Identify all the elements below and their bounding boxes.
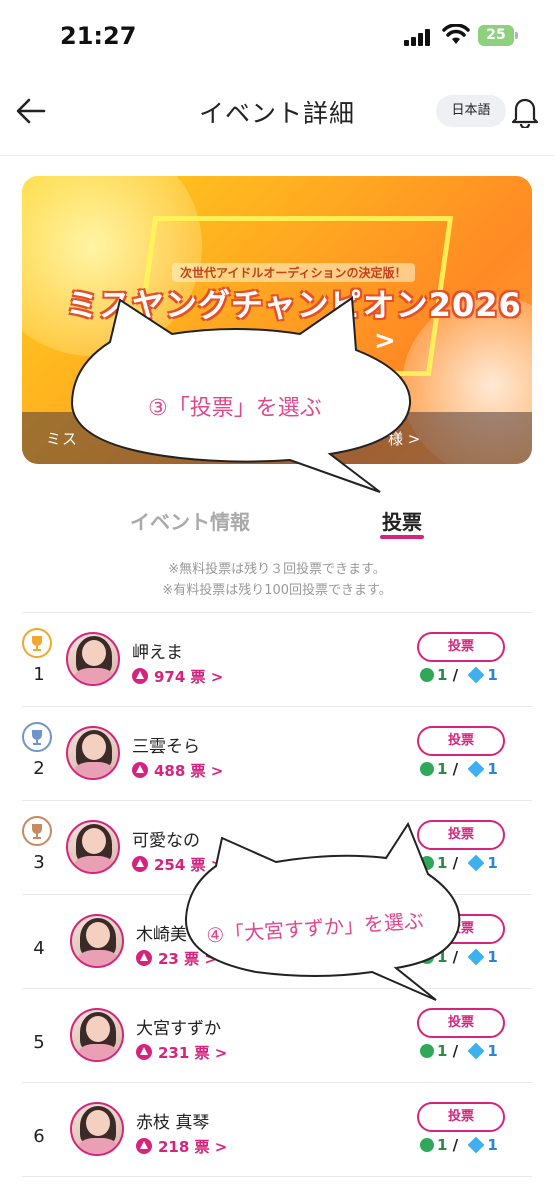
divider xyxy=(22,1082,532,1083)
free-cost: 1 xyxy=(437,760,448,778)
diamond-icon xyxy=(467,1042,485,1060)
diamond-icon xyxy=(467,1136,485,1154)
vote-number: 231 xyxy=(158,1044,190,1062)
rank-number: 5 xyxy=(33,1032,45,1053)
rank-number: 1 xyxy=(33,664,45,685)
free-vote-note: ※無料投票は残り３回投票できます。 xyxy=(168,562,386,577)
vote-icon xyxy=(136,1138,152,1154)
vote-count[interactable]: 218 票 > xyxy=(136,1136,227,1157)
annotation-text: ③「投票」を選ぶ xyxy=(148,396,322,421)
signal-icon xyxy=(404,28,434,46)
trophy-icon xyxy=(22,816,52,846)
vote-suffix: 票 > xyxy=(194,1138,228,1156)
tab-event-info[interactable]: イベント情報 xyxy=(130,506,250,535)
ranking-row[interactable]: 6 赤枝 真琴 218 票 > 投票 1 / 1 xyxy=(0,1094,554,1188)
contestant-name[interactable]: 大宮すずか xyxy=(136,1014,221,1039)
free-cost: 1 xyxy=(437,666,448,684)
divider xyxy=(22,800,532,801)
divider xyxy=(22,1176,532,1177)
paid-cost: 1 xyxy=(487,1136,498,1154)
status-bar: 21:27 25 xyxy=(0,0,554,72)
paid-cost: 1 xyxy=(487,1042,498,1060)
vote-suffix: 票 > xyxy=(194,1044,228,1062)
contestant-name[interactable]: 三雲そら xyxy=(132,732,200,757)
vote-icon xyxy=(132,668,148,684)
paid-cost: 1 xyxy=(487,760,498,778)
tab-vote[interactable]: 投票 xyxy=(382,506,422,535)
free-ticket-icon xyxy=(420,1044,434,1058)
vote-number: 974 xyxy=(154,668,186,686)
language-button[interactable]: 日本語 xyxy=(436,95,506,127)
vote-costs: 1 / 1 xyxy=(420,1136,498,1154)
active-tab-indicator xyxy=(380,535,424,539)
vote-count[interactable]: 974 票 > xyxy=(132,666,223,687)
avatar[interactable] xyxy=(70,1008,124,1062)
vote-count[interactable]: 231 票 > xyxy=(136,1042,227,1063)
contestant-name[interactable]: 岬えま xyxy=(132,638,183,663)
vote-count[interactable]: 488 票 > xyxy=(132,760,223,781)
avatar[interactable] xyxy=(70,1102,124,1156)
vote-icon xyxy=(132,856,148,872)
vote-button[interactable]: 投票 xyxy=(417,632,505,662)
free-ticket-icon xyxy=(420,762,434,776)
paid-cost: 1 xyxy=(487,666,498,684)
app-header: イベント詳細 日本語 xyxy=(0,72,554,156)
vote-icon xyxy=(136,950,152,966)
battery-icon: 25 xyxy=(478,25,518,46)
free-cost: 1 xyxy=(437,1136,448,1154)
trophy-icon xyxy=(22,722,52,752)
vote-number: 218 xyxy=(158,1138,190,1156)
diamond-icon xyxy=(467,760,485,778)
rank-number: 4 xyxy=(33,938,45,959)
vote-button[interactable]: 投票 xyxy=(417,726,505,756)
vote-suffix: 票 > xyxy=(190,668,224,686)
paid-cost: 1 xyxy=(487,948,498,966)
vote-costs: 1 / 1 xyxy=(420,666,498,684)
rank-number: 3 xyxy=(33,852,45,873)
free-ticket-icon xyxy=(420,1138,434,1152)
avatar[interactable] xyxy=(70,914,124,968)
avatar[interactable] xyxy=(66,726,120,780)
vote-icon xyxy=(136,1044,152,1060)
vote-button[interactable]: 投票 xyxy=(417,1008,505,1038)
wifi-icon xyxy=(442,24,470,44)
paid-cost: 1 xyxy=(487,854,498,872)
free-cost: 1 xyxy=(437,1042,448,1060)
vote-number: 488 xyxy=(154,762,186,780)
vote-icon xyxy=(132,762,148,778)
divider xyxy=(22,612,532,613)
avatar[interactable] xyxy=(66,820,120,874)
ranking-row[interactable]: 1 岬えま 974 票 > 投票 1 / 1 xyxy=(0,624,554,718)
vote-costs: 1 / 1 xyxy=(420,760,498,778)
status-time: 21:27 xyxy=(60,22,137,50)
ranking-row[interactable]: 5 大宮すずか 231 票 > 投票 1 / 1 xyxy=(0,1000,554,1094)
rank-number: 6 xyxy=(33,1126,45,1147)
contestant-name[interactable]: 赤枝 真琴 xyxy=(136,1108,209,1133)
vote-costs: 1 / 1 xyxy=(420,1042,498,1060)
rank-number: 2 xyxy=(33,758,45,779)
vote-button[interactable]: 投票 xyxy=(417,1102,505,1132)
diamond-icon xyxy=(467,666,485,684)
ranking-row[interactable]: 2 三雲そら 488 票 > 投票 1 / 1 xyxy=(0,718,554,812)
avatar[interactable] xyxy=(66,632,120,686)
free-ticket-icon xyxy=(420,668,434,682)
trophy-icon xyxy=(22,628,52,658)
vote-suffix: 票 > xyxy=(190,762,224,780)
paid-vote-note: ※有料投票は残り100回投票できます。 xyxy=(162,583,392,598)
bell-icon[interactable] xyxy=(510,94,540,128)
divider xyxy=(22,706,532,707)
